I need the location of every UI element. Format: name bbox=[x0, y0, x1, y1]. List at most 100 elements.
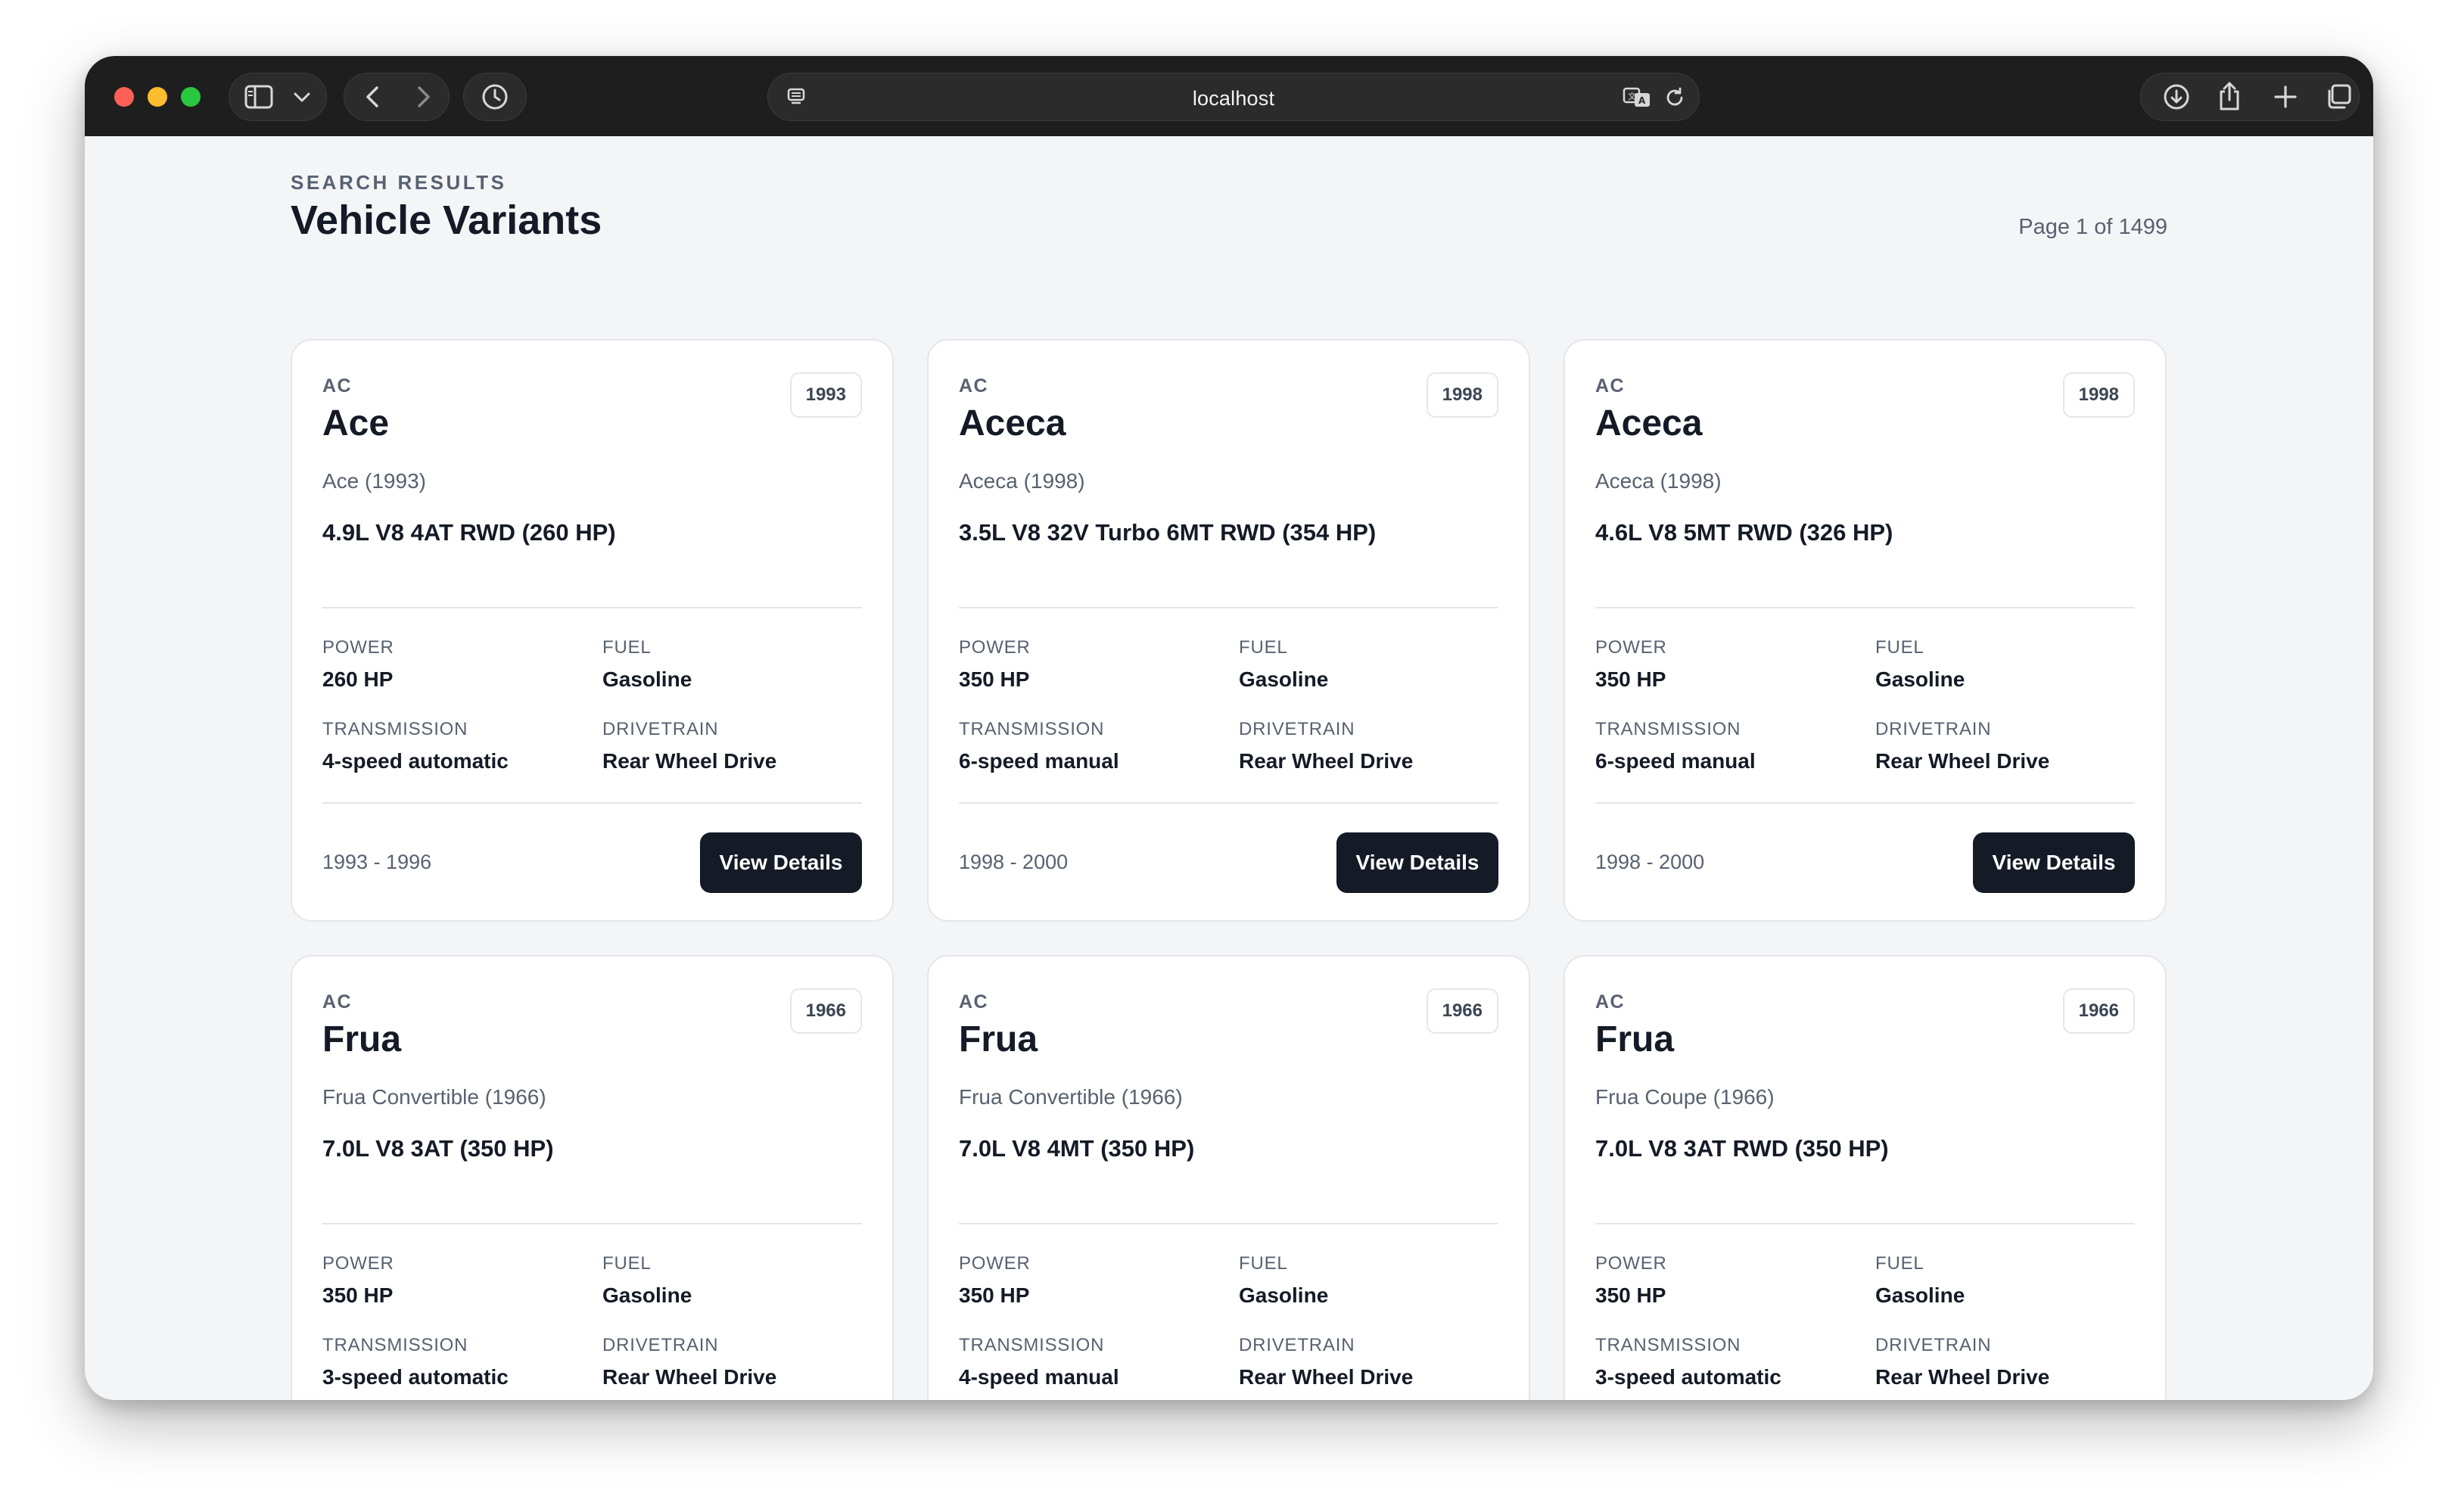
card-engine: 3.5L V8 32V Turbo 6MT RWD (354 HP) bbox=[959, 519, 1377, 546]
card-brand: AC bbox=[959, 991, 989, 1013]
chevron-down-icon[interactable] bbox=[291, 86, 313, 109]
fuel-value: Gasoline bbox=[1239, 667, 1329, 691]
page-content: SEARCH RESULTS Vehicle Variants Page 1 o… bbox=[85, 136, 2373, 1400]
card-model: Frua bbox=[1595, 1019, 1675, 1059]
minimize-window-button[interactable] bbox=[148, 87, 167, 107]
card-subtitle: Aceca (1998) bbox=[959, 469, 1085, 493]
fuel-value: Gasoline bbox=[1239, 1283, 1329, 1307]
power-label: POWER bbox=[322, 1253, 394, 1274]
results-eyebrow: SEARCH RESULTS bbox=[291, 171, 507, 194]
divider bbox=[1595, 1223, 2135, 1224]
transmission-label: TRANSMISSION bbox=[322, 719, 468, 739]
fuel-label: FUEL bbox=[602, 1253, 652, 1274]
power-value: 260 HP bbox=[322, 667, 394, 691]
transmission-value: 4-speed automatic bbox=[322, 749, 509, 773]
download-icon[interactable] bbox=[2161, 82, 2192, 112]
divider bbox=[1595, 607, 2135, 608]
card-model: Aceca bbox=[959, 403, 1066, 443]
divider bbox=[959, 1223, 1498, 1224]
drivetrain-value: Rear Wheel Drive bbox=[1875, 749, 2050, 773]
fuel-value: Gasoline bbox=[602, 1283, 692, 1307]
drivetrain-label: DRIVETRAIN bbox=[1875, 1335, 1992, 1355]
production-years: 1993 - 1996 bbox=[322, 851, 432, 873]
divider bbox=[322, 607, 862, 608]
transmission-value: 4-speed manual bbox=[959, 1365, 1119, 1389]
card-model: Ace bbox=[322, 403, 390, 443]
reload-icon[interactable] bbox=[1663, 86, 1687, 110]
browser-window: localhost 文A SEARCH RESULTS Vehicle Vari… bbox=[85, 56, 2373, 1400]
drivetrain-label: DRIVETRAIN bbox=[1875, 719, 1992, 739]
card-subtitle: Frua Convertible (1966) bbox=[959, 1085, 1183, 1109]
transmission-value: 6-speed manual bbox=[1595, 749, 1756, 773]
drivetrain-value: Rear Wheel Drive bbox=[1875, 1365, 2050, 1389]
new-tab-icon[interactable] bbox=[2270, 82, 2301, 112]
year-badge: 1993 bbox=[789, 372, 862, 418]
year-badge: 1966 bbox=[1426, 988, 1498, 1034]
variant-card: AC Frua 1966 Frua Convertible (1966) 7.0… bbox=[291, 955, 894, 1400]
card-brand: AC bbox=[322, 991, 353, 1013]
divider bbox=[322, 1223, 862, 1224]
transmission-label: TRANSMISSION bbox=[322, 1335, 468, 1355]
drivetrain-label: DRIVETRAIN bbox=[602, 719, 719, 739]
card-model: Aceca bbox=[1595, 403, 1703, 443]
year-badge: 1998 bbox=[1426, 372, 1498, 418]
transmission-value: 3-speed automatic bbox=[322, 1365, 509, 1389]
card-subtitle: Aceca (1998) bbox=[1595, 469, 1722, 493]
power-label: POWER bbox=[1595, 637, 1667, 658]
card-brand: AC bbox=[1595, 991, 1626, 1013]
power-value: 350 HP bbox=[959, 667, 1030, 691]
power-label: POWER bbox=[959, 1253, 1031, 1274]
power-label: POWER bbox=[959, 637, 1031, 658]
card-model: Frua bbox=[959, 1019, 1038, 1059]
year-badge: 1966 bbox=[789, 988, 862, 1034]
transmission-value: 3-speed automatic bbox=[1595, 1365, 1781, 1389]
svg-text:A: A bbox=[1638, 95, 1646, 106]
card-brand: AC bbox=[322, 375, 353, 397]
transmission-value: 6-speed manual bbox=[959, 749, 1119, 773]
tab-overview-icon[interactable] bbox=[2323, 82, 2354, 112]
view-details-button[interactable]: View Details bbox=[1336, 832, 1498, 893]
translate-icon[interactable]: 文A bbox=[1622, 86, 1652, 110]
share-icon[interactable] bbox=[2214, 80, 2245, 112]
address-bar[interactable]: localhost 文A bbox=[767, 73, 1700, 121]
fuel-value: Gasoline bbox=[1875, 1283, 1965, 1307]
card-engine: 7.0L V8 3AT RWD (350 HP) bbox=[1595, 1135, 1889, 1162]
fuel-label: FUEL bbox=[1875, 637, 1924, 658]
card-brand: AC bbox=[1595, 375, 1626, 397]
drivetrain-label: DRIVETRAIN bbox=[1239, 719, 1355, 739]
close-window-button[interactable] bbox=[114, 87, 134, 107]
sidebar-icon[interactable] bbox=[244, 83, 274, 110]
divider bbox=[959, 802, 1498, 804]
drivetrain-value: Rear Wheel Drive bbox=[1239, 1365, 1414, 1389]
power-value: 350 HP bbox=[1595, 667, 1666, 691]
fuel-value: Gasoline bbox=[1875, 667, 1965, 691]
divider bbox=[959, 607, 1498, 608]
view-details-button[interactable]: View Details bbox=[700, 832, 862, 893]
variant-card: AC Ace 1993 Ace (1993) 4.9L V8 4AT RWD (… bbox=[291, 339, 894, 922]
drivetrain-value: Rear Wheel Drive bbox=[602, 1365, 777, 1389]
year-badge: 1966 bbox=[2062, 988, 2135, 1034]
card-engine: 4.6L V8 5MT RWD (326 HP) bbox=[1595, 519, 1893, 546]
power-value: 350 HP bbox=[959, 1283, 1030, 1307]
page-indicator: Page 1 of 1499 bbox=[2018, 215, 2167, 239]
divider bbox=[1595, 802, 2135, 804]
transmission-label: TRANSMISSION bbox=[959, 1335, 1105, 1355]
drivetrain-value: Rear Wheel Drive bbox=[602, 749, 777, 773]
power-label: POWER bbox=[322, 637, 394, 658]
drivetrain-label: DRIVETRAIN bbox=[1239, 1335, 1355, 1355]
transmission-label: TRANSMISSION bbox=[1595, 719, 1741, 739]
power-value: 350 HP bbox=[322, 1283, 394, 1307]
page-title: Vehicle Variants bbox=[291, 198, 602, 243]
history-icon[interactable] bbox=[480, 82, 510, 112]
view-details-button[interactable]: View Details bbox=[1973, 832, 2135, 893]
forward-icon[interactable] bbox=[409, 83, 439, 110]
variant-card: AC Aceca 1998 Aceca (1998) 4.6L V8 5MT R… bbox=[1563, 339, 2167, 922]
production-years: 1998 - 2000 bbox=[1595, 851, 1705, 873]
zoom-window-button[interactable] bbox=[181, 87, 201, 107]
address-url[interactable]: localhost bbox=[768, 87, 1699, 110]
power-value: 350 HP bbox=[1595, 1283, 1666, 1307]
back-icon[interactable] bbox=[357, 83, 387, 110]
card-subtitle: Ace (1993) bbox=[322, 469, 426, 493]
card-subtitle: Frua Convertible (1966) bbox=[322, 1085, 546, 1109]
production-years: 1998 - 2000 bbox=[959, 851, 1069, 873]
